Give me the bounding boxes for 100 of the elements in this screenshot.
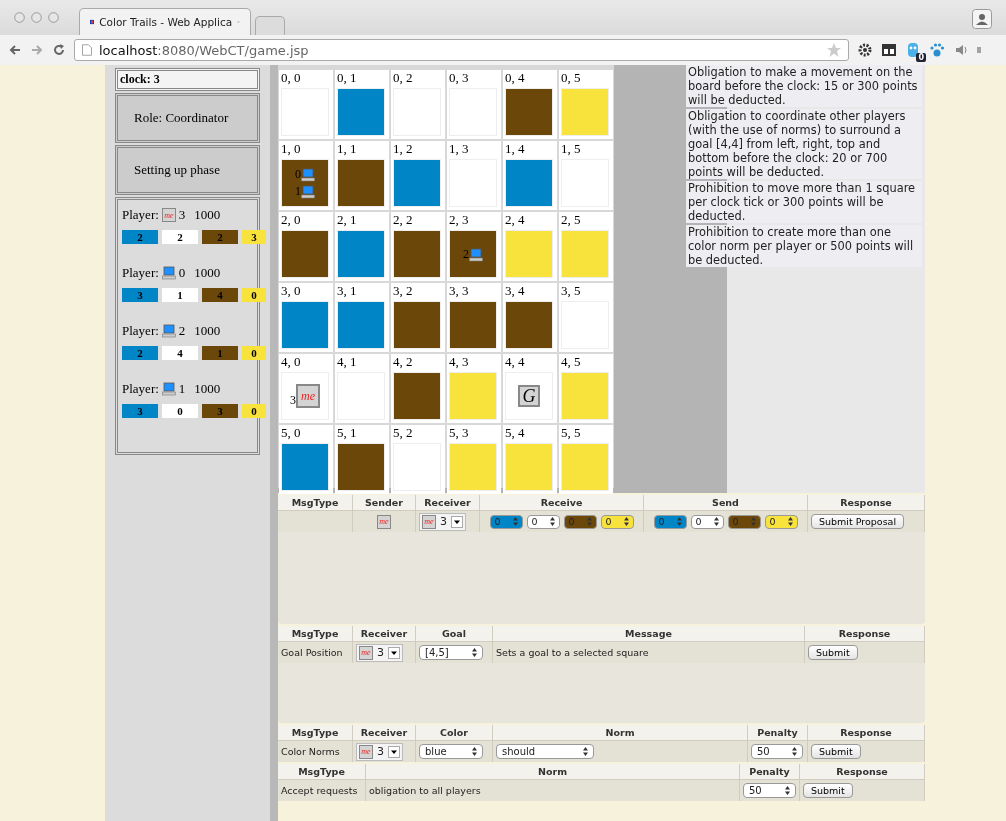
profile-icon[interactable] — [972, 9, 992, 29]
stepper-icon — [623, 517, 629, 526]
board-cell[interactable]: 1, 4 — [503, 141, 557, 210]
submit-button[interactable]: Submit Proposal — [811, 514, 905, 529]
board-cell[interactable]: 3, 0 — [279, 283, 333, 352]
board-cell[interactable]: 2, 0 — [279, 212, 333, 281]
norm-text: Prohibition to create more than one color norm per player or 500 points will be deducted. — [686, 225, 922, 267]
board-cell[interactable]: 1, 1 — [335, 141, 389, 210]
window-button-icon[interactable] — [48, 12, 59, 23]
board-cell[interactable]: 5, 3 — [447, 425, 501, 494]
player-id: 3 — [290, 393, 296, 408]
select-field[interactable]: should — [496, 744, 594, 759]
board-cell[interactable]: 3, 1 — [335, 283, 389, 352]
star-icon[interactable] — [826, 42, 842, 58]
cell-coordinate: 2, 4 — [505, 213, 526, 227]
board-cell[interactable]: 3, 4 — [503, 283, 557, 352]
reload-icon[interactable] — [52, 43, 66, 57]
receiver-select[interactable]: me 3 — [419, 512, 466, 531]
settings-icon[interactable] — [857, 42, 873, 58]
board-cell[interactable]: 4, 5 — [559, 354, 613, 423]
select-field[interactable]: [4,5] — [419, 645, 483, 660]
select-field[interactable]: 50 — [751, 744, 803, 759]
board-cell[interactable]: 2, 1 — [335, 212, 389, 281]
me-badge: me — [422, 514, 436, 529]
chip-count: 0 — [242, 288, 266, 302]
board-cell[interactable]: 1, 0 0 1 — [279, 141, 333, 210]
board-cell[interactable]: 0, 5 — [559, 70, 613, 139]
submit-button[interactable]: Submit — [811, 744, 861, 759]
chip-spinner[interactable]: 0 — [489, 514, 523, 529]
window-button-icon[interactable] — [14, 12, 25, 23]
submit-button[interactable]: Submit — [808, 645, 858, 660]
board-cell[interactable]: 0, 4 — [503, 70, 557, 139]
role-label: Role: Coordinator — [115, 93, 260, 143]
board-cell[interactable]: 4, 2 — [391, 354, 445, 423]
receiver-select[interactable]: me 3 — [356, 643, 403, 662]
cell-coordinate: 1, 4 — [505, 142, 526, 156]
forward-icon[interactable] — [30, 43, 44, 57]
board-cell[interactable]: 3, 5 — [559, 283, 613, 352]
cell-coordinate: 5, 3 — [449, 426, 470, 440]
stepper-icon — [512, 517, 518, 526]
cell-coordinate: 3, 3 — [449, 284, 470, 298]
chip-spinner[interactable]: 0 — [600, 514, 634, 529]
board-cell[interactable]: 4, 1 — [335, 354, 389, 423]
column-header: Message — [493, 626, 805, 641]
player-id: 0 — [295, 167, 301, 182]
cell-coordinate: 2, 2 — [393, 213, 414, 227]
chip-spinner[interactable]: 0 — [764, 514, 798, 529]
extension-icon[interactable] — [905, 42, 921, 58]
chip-count: 3 — [242, 230, 266, 244]
board-cell[interactable]: 2, 2 — [391, 212, 445, 281]
dropdown-icon — [388, 745, 400, 758]
stepper-icon — [792, 747, 797, 756]
stepper-icon — [472, 648, 477, 657]
board-cell[interactable]: 1, 2 — [391, 141, 445, 210]
window-button-icon[interactable] — [31, 12, 42, 23]
column-header: Penalty — [740, 764, 800, 779]
chip-spinner[interactable]: 0 — [653, 514, 687, 529]
board-cell[interactable]: 3, 2 — [391, 283, 445, 352]
select-field[interactable]: 50 — [743, 783, 796, 798]
back-icon[interactable] — [8, 43, 22, 57]
board-cell[interactable]: 0, 1 — [335, 70, 389, 139]
board-cell[interactable]: 0, 3 — [447, 70, 501, 139]
board-cell[interactable]: 2, 4 — [503, 212, 557, 281]
receiver-select[interactable]: me 3 — [356, 742, 403, 761]
board-cell[interactable]: 2, 5 — [559, 212, 613, 281]
board-cell[interactable]: 2, 3 2 — [447, 212, 501, 281]
select-field[interactable]: blue — [419, 744, 483, 759]
column-header: Response — [808, 495, 925, 510]
extension-icon[interactable] — [881, 42, 897, 58]
submit-button[interactable]: Submit — [803, 783, 853, 798]
board-cell[interactable]: 5, 4 — [503, 425, 557, 494]
address-bar[interactable]: localhost:8080/WebCT/game.jsp — [74, 39, 849, 61]
board-cell[interactable]: 5, 2 — [391, 425, 445, 494]
chip-spinner[interactable]: 0 — [526, 514, 560, 529]
board-cell[interactable]: 4, 3 — [447, 354, 501, 423]
column-header: MsgType — [278, 725, 353, 740]
chip-spinner[interactable]: 0 — [690, 514, 724, 529]
board-cell[interactable]: 5, 1 — [335, 425, 389, 494]
chip-count: 2 — [162, 230, 198, 244]
board-cell[interactable]: 0, 0 — [279, 70, 333, 139]
board-cell[interactable]: 5, 5 — [559, 425, 613, 494]
column-header: MsgType — [278, 495, 353, 510]
cell-coordinate: 0, 2 — [393, 71, 414, 85]
chip-count: 4 — [162, 346, 198, 360]
cell-coordinate: 3, 0 — [281, 284, 302, 298]
board-cell[interactable]: 5, 0 — [279, 425, 333, 494]
browser-tab[interactable]: Color Trails - Web Applica — [79, 8, 251, 35]
column-header: Sender — [353, 495, 416, 510]
board-cell[interactable]: 3, 3 — [447, 283, 501, 352]
board-cell[interactable]: 4, 4 G — [503, 354, 557, 423]
cell-coordinate: 4, 4 — [505, 355, 526, 369]
speaker-icon[interactable] — [953, 42, 969, 58]
board-cell[interactable]: 1, 5 — [559, 141, 613, 210]
board-cell[interactable]: 4, 0 3 me — [279, 354, 333, 423]
board-cell[interactable]: 0, 2 — [391, 70, 445, 139]
me-badge: me — [359, 645, 373, 660]
paw-icon[interactable] — [929, 42, 945, 58]
board-cell[interactable]: 1, 3 — [447, 141, 501, 210]
browser-tab[interactable] — [255, 16, 285, 35]
player-label: Player: — [122, 207, 159, 223]
